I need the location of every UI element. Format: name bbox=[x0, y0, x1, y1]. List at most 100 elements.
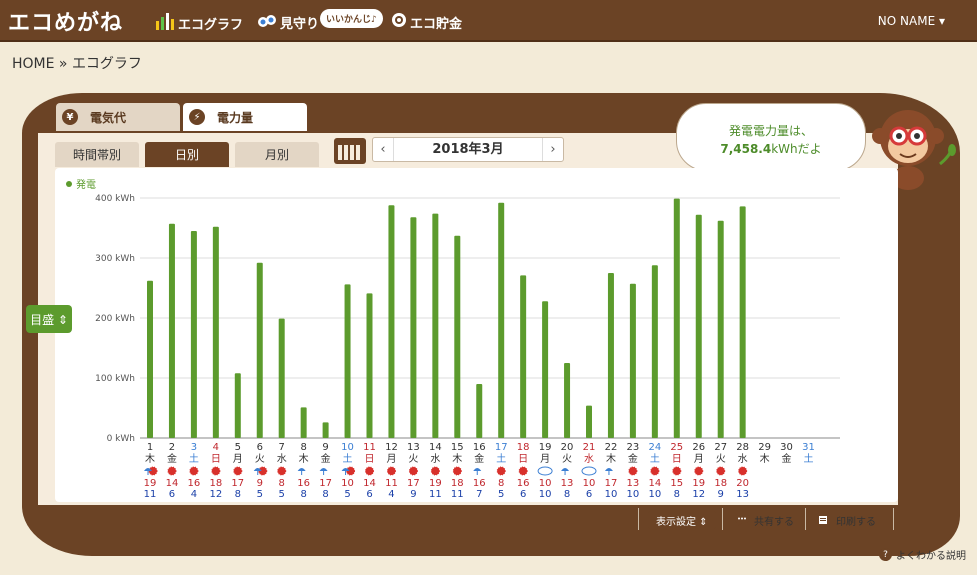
x-weekday-label: 日 bbox=[365, 454, 375, 465]
x-weekday-label: 金 bbox=[474, 452, 484, 465]
share-button[interactable]: 共有する bbox=[734, 509, 794, 531]
x-day-label: 28 bbox=[736, 442, 749, 453]
sun-icon bbox=[496, 466, 506, 476]
divider bbox=[893, 508, 894, 530]
temp-high-label: 16 bbox=[297, 478, 310, 489]
divider bbox=[722, 508, 723, 530]
legend-label: 発電 bbox=[76, 178, 96, 191]
x-weekday-label: 木 bbox=[760, 453, 770, 465]
sun-icon bbox=[386, 466, 396, 476]
share-label: 共有する bbox=[754, 516, 794, 528]
x-weekday-label: 土 bbox=[496, 452, 506, 465]
temp-low-label: 8 bbox=[300, 489, 306, 500]
help-link[interactable]: ? よくわかる説明 bbox=[879, 547, 966, 562]
sun-icon bbox=[452, 466, 462, 476]
scale-button[interactable]: 目盛 ⇕ bbox=[26, 305, 72, 333]
daily-generation-chart: 発電400 kWh300 kWh200 kWh100 kWh0 kWh1木191… bbox=[66, 178, 840, 500]
temp-high-label: 18 bbox=[451, 478, 464, 489]
bar-day-5 bbox=[234, 373, 241, 438]
sun-icon bbox=[277, 466, 287, 476]
x-weekday-label: 月 bbox=[386, 453, 396, 465]
x-day-label: 23 bbox=[627, 442, 640, 453]
temp-low-label: 8 bbox=[674, 489, 680, 500]
temp-high-label: 17 bbox=[605, 478, 618, 489]
temp-low-label: 8 bbox=[322, 489, 328, 500]
x-weekday-label: 水 bbox=[430, 453, 440, 465]
temp-high-label: 10 bbox=[341, 478, 354, 489]
sun-icon bbox=[233, 466, 243, 476]
x-weekday-label: 火 bbox=[408, 453, 418, 465]
x-weekday-label: 金 bbox=[782, 452, 792, 465]
x-weekday-label: 木 bbox=[299, 453, 309, 465]
temp-low-label: 12 bbox=[209, 489, 222, 500]
umbrella-icon bbox=[561, 468, 570, 471]
bar-day-12 bbox=[388, 205, 395, 438]
bar-day-9 bbox=[322, 422, 329, 438]
temp-high-label: 9 bbox=[257, 478, 263, 489]
temp-low-label: 10 bbox=[539, 489, 552, 500]
x-day-label: 6 bbox=[257, 442, 263, 453]
x-day-label: 3 bbox=[191, 442, 197, 453]
bar-day-11 bbox=[366, 293, 373, 438]
temp-high-label: 16 bbox=[188, 478, 201, 489]
bar-day-15 bbox=[454, 235, 461, 438]
temp-high-label: 14 bbox=[363, 478, 376, 489]
bar-day-8 bbox=[300, 407, 307, 438]
temp-low-label: 6 bbox=[366, 489, 372, 500]
x-weekday-label: 火 bbox=[255, 453, 265, 465]
temp-high-label: 13 bbox=[627, 478, 640, 489]
bar-day-13 bbox=[410, 217, 417, 438]
sun-icon bbox=[738, 466, 748, 476]
temp-low-label: 5 bbox=[279, 489, 285, 500]
temp-low-label: 11 bbox=[451, 489, 464, 500]
help-label: よくわかる説明 bbox=[896, 551, 966, 562]
temp-high-label: 8 bbox=[498, 478, 504, 489]
temp-low-label: 9 bbox=[410, 489, 416, 500]
x-day-label: 17 bbox=[495, 442, 508, 453]
cloud-icon bbox=[581, 466, 597, 476]
bar-day-3 bbox=[190, 231, 197, 438]
temp-low-label: 9 bbox=[718, 489, 724, 500]
x-day-label: 30 bbox=[780, 442, 793, 453]
temp-high-label: 17 bbox=[407, 478, 420, 489]
temp-high-label: 16 bbox=[473, 478, 486, 489]
x-weekday-label: 水 bbox=[738, 453, 748, 465]
y-tick-label: 300 kWh bbox=[95, 254, 135, 264]
umbrella-icon bbox=[319, 468, 328, 471]
y-tick-label: 400 kWh bbox=[95, 194, 135, 204]
sun-icon bbox=[211, 466, 221, 476]
x-weekday-label: 金 bbox=[628, 452, 638, 465]
display-settings-button[interactable]: 表示設定 ⇕ bbox=[648, 511, 716, 529]
bar-day-20 bbox=[564, 363, 571, 438]
chat-bubble-icon bbox=[735, 514, 749, 526]
x-weekday-label: 金 bbox=[321, 452, 331, 465]
temp-low-label: 5 bbox=[257, 489, 263, 500]
x-weekday-label: 木 bbox=[145, 453, 155, 465]
temp-low-label: 5 bbox=[498, 489, 504, 500]
sun-icon bbox=[716, 466, 726, 476]
sun-icon bbox=[365, 466, 374, 476]
x-day-label: 2 bbox=[169, 442, 175, 453]
temp-high-label: 15 bbox=[670, 478, 683, 489]
x-weekday-label: 月 bbox=[540, 453, 550, 465]
bar-day-27 bbox=[717, 220, 724, 438]
x-day-label: 7 bbox=[279, 442, 285, 453]
x-weekday-label: 土 bbox=[343, 452, 353, 465]
x-weekday-label: 日 bbox=[518, 454, 528, 465]
x-weekday-label: 水 bbox=[584, 453, 594, 465]
bar-day-2 bbox=[168, 223, 175, 438]
x-weekday-label: 土 bbox=[804, 452, 814, 465]
x-day-label: 9 bbox=[322, 442, 328, 453]
bar-day-6 bbox=[256, 262, 263, 438]
help-icon: ? bbox=[879, 548, 892, 561]
x-day-label: 26 bbox=[692, 442, 705, 453]
temp-high-label: 10 bbox=[583, 478, 596, 489]
x-day-label: 22 bbox=[605, 442, 618, 453]
x-day-label: 21 bbox=[583, 442, 596, 453]
temp-low-label: 11 bbox=[429, 489, 442, 500]
temp-high-label: 8 bbox=[279, 478, 285, 489]
temp-low-label: 6 bbox=[586, 489, 592, 500]
temp-low-label: 11 bbox=[144, 489, 157, 500]
print-button[interactable]: 印刷する bbox=[816, 509, 876, 531]
temp-low-label: 8 bbox=[235, 489, 241, 500]
